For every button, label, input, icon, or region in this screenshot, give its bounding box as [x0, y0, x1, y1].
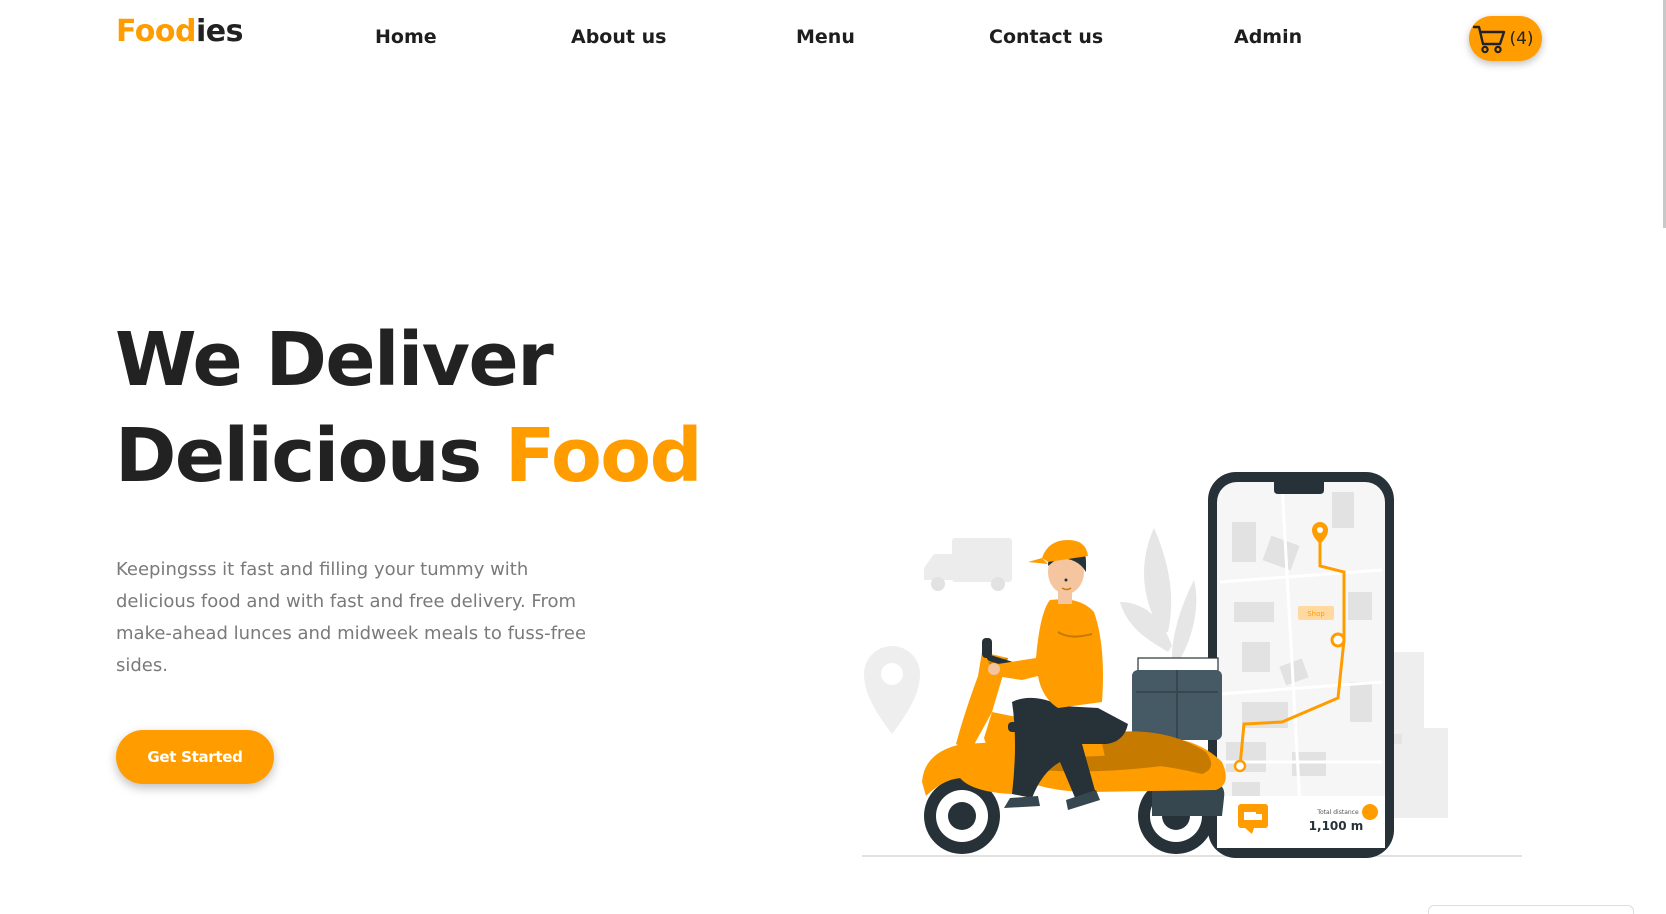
hero-title-line1: We Deliver: [115, 317, 554, 403]
cart-button[interactable]: (4): [1469, 16, 1542, 61]
distance-value: 1,100 m: [1309, 819, 1364, 833]
background-truck-icon: [924, 538, 1012, 591]
delivery-box: [1132, 657, 1222, 740]
hero-title: We Deliver Delicious Food: [115, 312, 703, 504]
nav-link-contact-us[interactable]: Contact us: [989, 26, 1103, 48]
cart-icon: [1473, 25, 1506, 53]
hero-description: Keepingsss it fast and filling your tumm…: [116, 559, 587, 676]
get-started-button[interactable]: Get Started: [116, 730, 274, 784]
hero-title-accent: Food: [504, 413, 703, 499]
hero-title-line2: Delicious: [115, 413, 505, 499]
nav-link-menu[interactable]: Menu: [796, 26, 855, 48]
distance-label: Total distance: [1316, 809, 1359, 816]
map-tag-label: Shop: [1307, 610, 1325, 618]
nav-link-home[interactable]: Home: [375, 26, 437, 48]
nav-link-admin[interactable]: Admin: [1234, 26, 1302, 48]
cart-count: (4): [1509, 28, 1534, 49]
nav-links: Home About us Menu Contact us Admin: [0, 26, 1666, 56]
phone-illustration: Shop Total distance 1,100 m: [1208, 472, 1394, 858]
bottom-widget-edge: [1428, 905, 1634, 914]
delivery-illustration: Shop Total distance 1,100 m: [862, 472, 1522, 858]
navbar: Foodies Home About us Menu Contact us Ad…: [0, 0, 1666, 80]
page: Foodies Home About us Menu Contact us Ad…: [0, 0, 1666, 914]
background-pin-icon: [864, 646, 920, 734]
background-plant: [1120, 528, 1197, 670]
nav-link-about-us[interactable]: About us: [571, 26, 666, 48]
